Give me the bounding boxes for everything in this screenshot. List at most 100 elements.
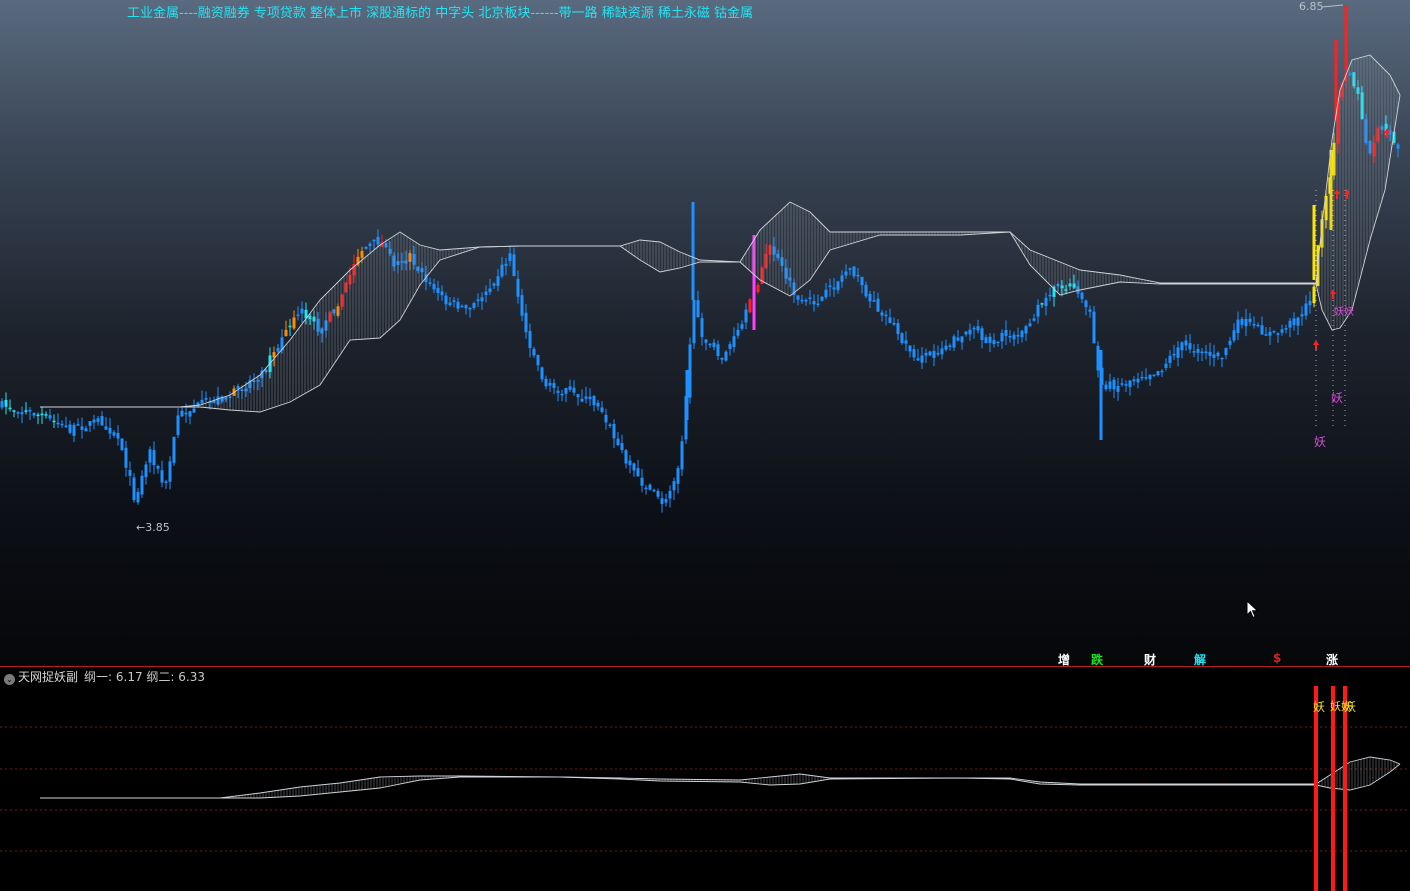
candle-body bbox=[568, 386, 572, 390]
candle-body bbox=[372, 239, 376, 242]
indicator-title-bar[interactable]: ⌄ 天网捉妖副 纲一: 6.17 纲二: 6.33 bbox=[4, 668, 205, 685]
candle-body bbox=[976, 326, 980, 331]
candle-body bbox=[644, 487, 648, 490]
candle-body bbox=[956, 337, 960, 341]
candle-body bbox=[680, 441, 684, 470]
candle-body bbox=[480, 297, 484, 302]
candle-body bbox=[952, 336, 956, 348]
candle-body bbox=[572, 387, 576, 393]
candle-body bbox=[1008, 335, 1012, 338]
candle-body bbox=[1032, 318, 1036, 321]
candle-body bbox=[828, 285, 832, 288]
candle-body bbox=[876, 298, 880, 312]
candle-body bbox=[812, 301, 816, 305]
candle-body bbox=[548, 382, 552, 386]
candle-body bbox=[28, 409, 32, 412]
candle-body bbox=[604, 414, 608, 423]
candle-body bbox=[868, 293, 872, 302]
candle-body bbox=[880, 312, 884, 316]
candle-body bbox=[532, 348, 536, 356]
candle-body bbox=[948, 345, 952, 348]
candlestick-chart[interactable] bbox=[0, 0, 1410, 891]
candle-body bbox=[1236, 319, 1240, 334]
candle-body bbox=[716, 344, 720, 357]
envelope-upper-line bbox=[40, 54, 1401, 408]
candle-body bbox=[276, 347, 280, 352]
candle-body bbox=[72, 424, 76, 436]
signal-label-sub: 妖 bbox=[1344, 700, 1357, 714]
candle-body bbox=[636, 468, 640, 477]
candle-body bbox=[88, 421, 92, 426]
candle-body bbox=[140, 475, 144, 495]
candle-body bbox=[1124, 384, 1128, 386]
candle-body bbox=[652, 489, 656, 492]
candle-body bbox=[816, 303, 820, 306]
candle-body bbox=[928, 351, 932, 356]
candle-body bbox=[48, 415, 52, 419]
candle-body bbox=[364, 246, 368, 249]
candle-body bbox=[1116, 386, 1120, 392]
candle-body bbox=[1036, 304, 1040, 317]
candle-body bbox=[484, 291, 488, 296]
candle-body bbox=[704, 339, 708, 343]
candle-body bbox=[456, 301, 460, 309]
signal-label-main: 妖 bbox=[1331, 391, 1344, 405]
candle-body bbox=[732, 336, 736, 347]
candle-body bbox=[1264, 334, 1268, 336]
candle-body bbox=[1200, 351, 1204, 354]
candle-body bbox=[84, 428, 88, 432]
candle-body bbox=[1176, 347, 1180, 358]
candle-body bbox=[984, 337, 988, 343]
candle-body bbox=[128, 470, 132, 476]
candle-body bbox=[840, 275, 844, 282]
candle-body bbox=[1292, 318, 1296, 326]
tag-increase[interactable]: 增 bbox=[1058, 651, 1070, 668]
candle-body bbox=[1288, 320, 1292, 328]
candle-body bbox=[588, 396, 592, 399]
candle-body bbox=[288, 325, 292, 328]
candle-body bbox=[552, 383, 556, 389]
candle-body bbox=[496, 276, 500, 286]
candle-body bbox=[832, 287, 836, 290]
candle-body bbox=[685, 370, 689, 420]
candle-body bbox=[632, 463, 636, 471]
candle-body bbox=[756, 284, 760, 293]
candle-body bbox=[620, 443, 624, 451]
candle-body bbox=[1180, 342, 1184, 351]
candle-body bbox=[1396, 144, 1400, 149]
candle-body bbox=[1012, 334, 1016, 340]
candle-body bbox=[980, 328, 984, 341]
candle-body bbox=[76, 424, 80, 426]
candle-body bbox=[892, 322, 896, 325]
candle-body bbox=[52, 420, 56, 423]
candle-body bbox=[448, 302, 452, 306]
candle-body bbox=[68, 424, 72, 433]
candle-body bbox=[612, 423, 616, 439]
candle-body bbox=[124, 447, 128, 468]
candle-body bbox=[200, 399, 204, 404]
tag-rise[interactable]: 涨 bbox=[1326, 651, 1338, 668]
candle-body bbox=[660, 498, 664, 504]
candle-body bbox=[888, 317, 892, 323]
candle-body bbox=[1004, 330, 1008, 336]
candle-body bbox=[444, 295, 448, 305]
candle-body bbox=[1028, 323, 1032, 327]
candle-body bbox=[972, 327, 976, 330]
candle-body bbox=[748, 299, 752, 313]
tag-dollar[interactable]: $ bbox=[1273, 651, 1281, 665]
candle-body bbox=[164, 481, 168, 483]
tag-fall[interactable]: 跌 bbox=[1091, 651, 1103, 668]
candle-body bbox=[1256, 324, 1260, 327]
tag-unlock[interactable]: 解 bbox=[1194, 651, 1206, 668]
candle-body bbox=[436, 287, 440, 293]
candle-body bbox=[1232, 330, 1236, 341]
signal-label-main: 妖妖 bbox=[1334, 307, 1354, 318]
tag-finance[interactable]: 财 bbox=[1144, 651, 1156, 668]
candle-body bbox=[728, 344, 732, 349]
candle-body bbox=[4, 399, 8, 407]
chevron-down-icon[interactable]: ⌄ bbox=[4, 674, 15, 685]
candle-body bbox=[536, 354, 540, 366]
indicator-line-one bbox=[40, 756, 1401, 799]
candle-body bbox=[796, 295, 800, 300]
candle-body bbox=[804, 300, 808, 302]
